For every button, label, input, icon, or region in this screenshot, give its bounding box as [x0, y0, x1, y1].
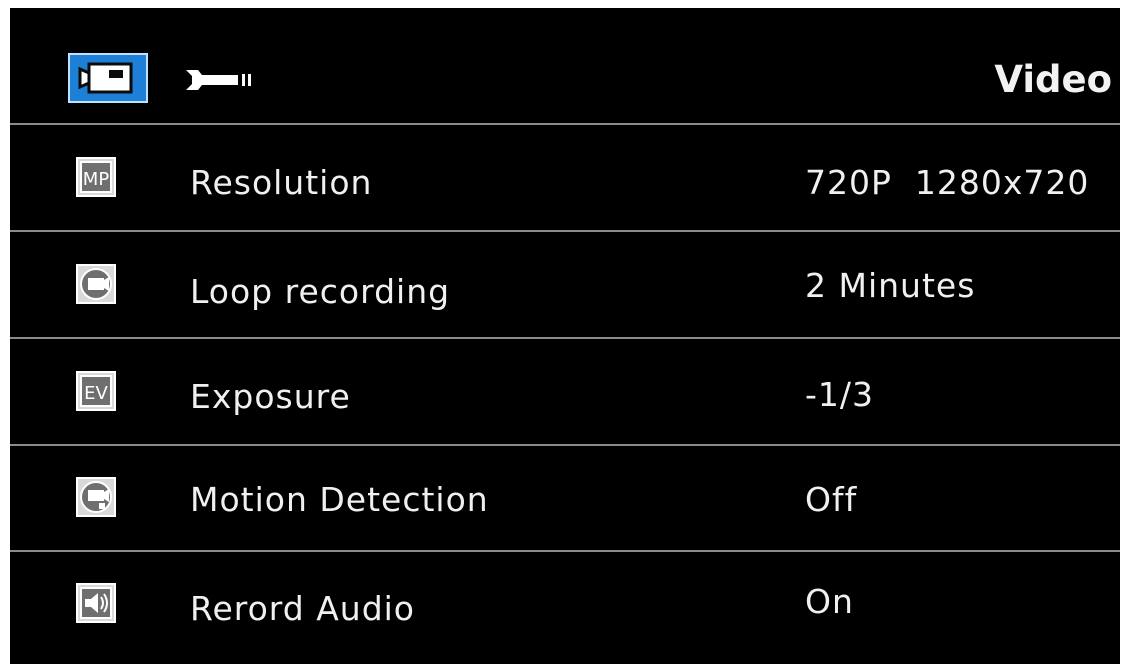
menu-item-loop-recording[interactable]: Loop recording 2 Minutes	[10, 232, 1120, 339]
menu-item-resolution[interactable]: MP Resolution 720P 1280x720	[10, 125, 1120, 232]
motion-detection-icon	[76, 477, 116, 517]
menu-item-exposure[interactable]: EV Exposure -1/3	[10, 339, 1120, 446]
menu-screen: Video MP Resolution 720P 1280x720 Loop r…	[10, 8, 1120, 664]
menu-item-value: On	[805, 582, 854, 621]
video-camera-icon	[78, 62, 133, 94]
page-title: Video	[994, 58, 1112, 101]
tab-video[interactable]	[68, 53, 148, 103]
menu-item-label: Motion Detection	[190, 480, 489, 519]
menu-item-value: -1/3	[805, 375, 875, 414]
menu-item-label: Rerord Audio	[190, 589, 416, 628]
ev-icon: EV	[76, 371, 116, 411]
menu-item-label: Loop recording	[190, 272, 451, 311]
menu-item-value: Off	[805, 480, 858, 519]
menu-item-label: Resolution	[190, 163, 373, 202]
tab-setup[interactable]	[182, 64, 254, 96]
wrench-icon	[186, 70, 251, 90]
menu-item-value: 720P 1280x720	[805, 163, 1090, 202]
loop-recording-icon	[76, 264, 116, 304]
mp-icon-text: MP	[83, 169, 110, 190]
menu-item-record-audio[interactable]: Rerord Audio On	[10, 551, 1120, 656]
mp-icon: MP	[76, 157, 116, 197]
speaker-icon	[76, 583, 116, 623]
menu-item-motion-detection[interactable]: Motion Detection Off	[10, 445, 1120, 552]
menu-header: Video	[10, 8, 1120, 125]
menu-item-value: 2 Minutes	[805, 266, 976, 305]
menu-item-label: Exposure	[190, 377, 351, 416]
ev-icon-text: EV	[84, 383, 108, 404]
